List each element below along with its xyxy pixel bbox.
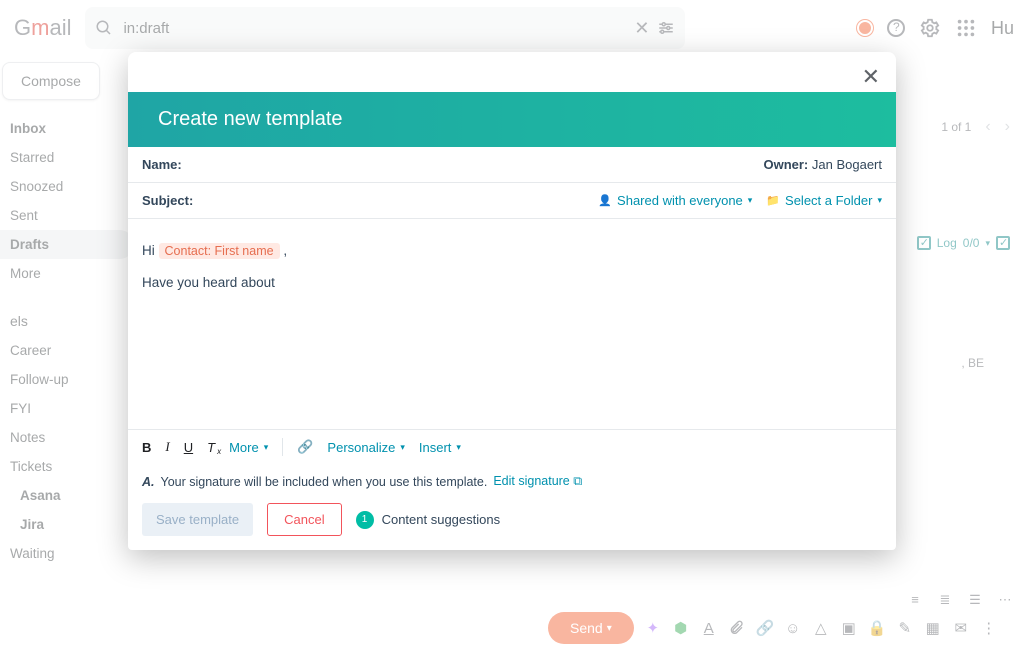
label-waiting[interactable]: Waiting: [0, 539, 134, 568]
label-follow-up[interactable]: Follow-up: [0, 365, 134, 394]
emoji-icon[interactable]: ☺: [784, 620, 802, 637]
sidebar-item-sent[interactable]: Sent: [0, 201, 134, 230]
more-icon[interactable]: ⋮: [980, 619, 998, 637]
label-tickets[interactable]: Tickets: [0, 452, 134, 481]
image-icon[interactable]: ▣: [840, 619, 858, 637]
log-checkbox-2[interactable]: [996, 236, 1010, 250]
owner-label: Owner:: [763, 157, 808, 172]
body-text: Have you heard about: [142, 267, 882, 299]
sidebar-item-more[interactable]: More: [0, 259, 134, 288]
save-template-button[interactable]: Save template: [142, 503, 253, 536]
body-text: ,: [283, 243, 287, 258]
message-count: 1 of 1 ‹ ›: [941, 118, 1010, 136]
calendar-icon[interactable]: ▦: [924, 619, 942, 637]
template-body-editor[interactable]: Hi Contact: First name , Have you heard …: [128, 219, 896, 429]
send-button[interactable]: Send▾: [548, 612, 634, 644]
bug-icon[interactable]: ⬢: [672, 619, 690, 637]
gmail-logo: Gmail: [8, 15, 71, 41]
log-label: Log: [937, 236, 957, 250]
folder-list: Inbox Starred Snoozed Sent Drafts More e…: [0, 114, 134, 568]
drive-icon[interactable]: △: [812, 619, 830, 637]
lock-icon[interactable]: 🔒: [868, 619, 886, 637]
subject-field-label: Subject:: [142, 193, 193, 208]
link-icon[interactable]: 🔗: [756, 619, 774, 637]
list-bullet-icon[interactable]: ≣: [936, 592, 954, 608]
sidebar-item-snoozed[interactable]: Snoozed: [0, 172, 134, 201]
search-bar[interactable]: ✕: [85, 7, 685, 49]
account-avatar[interactable]: Hu: [991, 18, 1014, 39]
person-icon: 👤: [598, 194, 612, 207]
labels-header: els: [0, 306, 134, 336]
address-suffix: , BE: [961, 356, 984, 370]
merge-token-first-name[interactable]: Contact: First name: [159, 243, 280, 259]
clear-search-icon[interactable]: ✕: [634, 18, 649, 39]
sidebar-item-inbox[interactable]: Inbox: [0, 114, 134, 143]
label-fyi[interactable]: FYI: [0, 394, 134, 423]
label-jira[interactable]: Jira: [0, 510, 134, 539]
next-page-icon[interactable]: ›: [1005, 118, 1010, 136]
edit-signature-link[interactable]: Edit signature ⧉: [493, 474, 582, 489]
sidebar-item-starred[interactable]: Starred: [0, 143, 134, 172]
cancel-button[interactable]: Cancel: [267, 503, 341, 536]
compose-button[interactable]: Compose: [2, 62, 100, 100]
insert-dropdown[interactable]: Insert ▾: [419, 440, 461, 455]
italic-button[interactable]: I: [165, 439, 169, 455]
search-options-icon[interactable]: [657, 19, 675, 37]
label-notes[interactable]: Notes: [0, 423, 134, 452]
owner-value: Jan Bogaert: [812, 157, 882, 172]
log-checkbox[interactable]: [917, 236, 931, 250]
label-career[interactable]: Career: [0, 336, 134, 365]
signature-note: Your signature will be included when you…: [161, 475, 488, 489]
editor-toolbar: B I U T More ▾ 🔗 Personalize ▾ Insert ▾: [128, 429, 896, 464]
create-template-modal: ✕ Create new template Name: Owner: Jan B…: [128, 52, 896, 550]
search-icon: [95, 19, 113, 37]
prev-page-icon[interactable]: ‹: [985, 118, 990, 136]
modal-title: Create new template: [128, 92, 896, 147]
external-link-icon: ⧉: [573, 474, 582, 488]
settings-icon[interactable]: [919, 17, 941, 39]
folder-icon: 📁: [766, 194, 780, 207]
sidebar-item-drafts[interactable]: Drafts: [0, 230, 134, 259]
content-suggestions-link[interactable]: Content suggestions: [382, 512, 501, 527]
personalize-dropdown[interactable]: Personalize ▾: [327, 440, 404, 455]
clear-format-button[interactable]: T: [207, 440, 215, 455]
more-format-dropdown[interactable]: More ▾: [229, 440, 268, 455]
help-icon[interactable]: ?: [887, 19, 905, 37]
sparkle-icon[interactable]: ✦: [644, 619, 662, 637]
format-menu-icon[interactable]: ⋯: [996, 592, 1014, 608]
log-count: 0/0: [963, 236, 980, 250]
list-number-icon[interactable]: ☰: [966, 592, 984, 608]
label-asana[interactable]: Asana: [0, 481, 134, 510]
signature-icon: A.: [142, 475, 155, 489]
pen-icon[interactable]: ✎: [896, 619, 914, 637]
body-text: Hi: [142, 243, 155, 258]
close-icon[interactable]: ✕: [862, 64, 880, 90]
search-input[interactable]: [121, 19, 626, 38]
link-tool-icon[interactable]: 🔗: [297, 439, 313, 455]
indent-less-icon[interactable]: ≡: [906, 592, 924, 608]
bold-button[interactable]: B: [142, 440, 151, 455]
template-icon[interactable]: ✉: [952, 619, 970, 637]
suggestions-count-badge: 1: [356, 511, 374, 529]
underline-button[interactable]: U: [184, 440, 193, 455]
text-format-icon[interactable]: A: [700, 620, 718, 637]
shared-dropdown[interactable]: 👤 Shared with everyone▾: [598, 193, 752, 208]
apps-icon[interactable]: [955, 17, 977, 39]
attach-icon[interactable]: [728, 620, 746, 636]
notification-dot[interactable]: [857, 20, 873, 36]
folder-dropdown[interactable]: 📁 Select a Folder▾: [766, 193, 882, 208]
name-field-label: Name:: [142, 157, 182, 172]
